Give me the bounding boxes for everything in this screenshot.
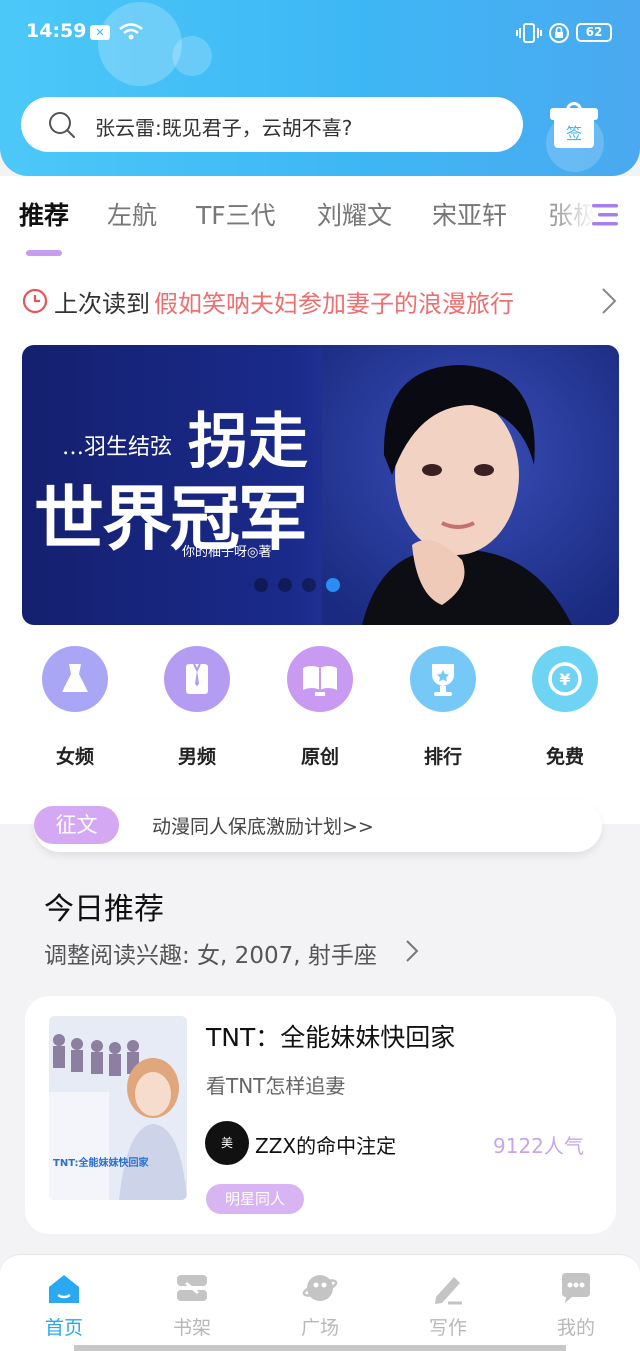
checkin-gift-button[interactable]: 签 xyxy=(550,102,598,148)
contest-link: 动漫同人保底激励计划>> xyxy=(152,816,374,838)
book-card[interactable]: TNT:全能妹妹快回家 TNT：全能妹妹快回家 看TNT怎样追妻 美 ZZX的命… xyxy=(25,996,616,1234)
menu-icon[interactable] xyxy=(588,200,622,230)
search-placeholder: 张云雷:既见君子，云胡不喜? xyxy=(95,116,353,140)
author-name[interactable]: ZZX的命中注定 xyxy=(255,1130,396,1159)
chevron-right-icon xyxy=(602,288,617,314)
category-female[interactable]: 女频 xyxy=(20,646,130,776)
home-indicator xyxy=(74,1345,566,1351)
book-description: 看TNT怎样追妻 xyxy=(206,1074,346,1098)
carousel-dot[interactable] xyxy=(254,578,268,592)
tab-zuohang[interactable]: 左航 xyxy=(107,196,157,232)
banner-subtitle: …羽生结弦 xyxy=(62,435,173,460)
shirt-icon xyxy=(164,646,230,712)
nav-home[interactable]: 首页 xyxy=(0,1255,128,1347)
nav-label: 首页 xyxy=(44,1317,83,1339)
carousel-indicator xyxy=(254,577,350,596)
author-avatar[interactable]: 美 xyxy=(205,1121,249,1165)
active-tab-indicator xyxy=(26,250,62,256)
nav-write[interactable]: 写作 xyxy=(384,1255,512,1347)
notification-icon: ✕ xyxy=(90,25,110,40)
last-read-bar[interactable]: 上次读到 假如笑呐夫妇参加妻子的浪漫旅行 xyxy=(20,284,620,320)
clock-icon xyxy=(22,288,48,314)
popularity-count: 9122人气 xyxy=(493,1134,584,1158)
carousel-dot[interactable] xyxy=(278,578,292,592)
bottom-navigation: 首页 书架 广场 写作 我的 xyxy=(0,1254,640,1351)
book-icon xyxy=(287,646,353,712)
planet-icon xyxy=(302,1275,338,1301)
book-cover-image: TNT:全能妹妹快回家 xyxy=(49,1016,187,1200)
book-tag[interactable]: 明星同人 xyxy=(206,1184,304,1214)
category-label: 排行 xyxy=(423,746,462,768)
category-male[interactable]: 男频 xyxy=(142,646,252,776)
last-read-label: 上次读到 xyxy=(54,290,150,318)
nav-bookshelf[interactable]: 书架 xyxy=(128,1255,256,1347)
banner-author: 你的柚子呀◎著 xyxy=(182,545,272,560)
category-label: 原创 xyxy=(300,746,339,768)
carousel-dot[interactable] xyxy=(302,578,316,592)
category-label: 女频 xyxy=(55,746,94,768)
nav-label: 写作 xyxy=(428,1317,467,1339)
svg-text:¥: ¥ xyxy=(559,670,570,689)
last-read-title: 假如笑呐夫妇参加妻子的浪漫旅行 xyxy=(154,290,514,318)
nav-mine[interactable]: 我的 xyxy=(512,1255,640,1347)
category-ranking[interactable]: 排行 xyxy=(388,646,498,776)
category-original[interactable]: 原创 xyxy=(265,646,375,776)
home-icon xyxy=(49,1275,79,1303)
category-tabs: 推荐 左航 TF三代 刘耀文 宋亚轩 张极 xyxy=(0,196,640,260)
carousel-dot-active[interactable] xyxy=(326,578,340,592)
vibrate-icon xyxy=(516,23,542,43)
book-cover-text: TNT:全能妹妹快回家 xyxy=(53,1156,149,1169)
nav-label: 我的 xyxy=(556,1317,595,1339)
banner-portrait-image xyxy=(322,345,619,625)
yuan-icon: ¥ xyxy=(532,646,598,712)
trophy-icon xyxy=(410,646,476,712)
tab-liuyaowen[interactable]: 刘耀文 xyxy=(317,196,392,232)
checkin-label: 签 xyxy=(554,120,594,148)
nav-square[interactable]: 广场 xyxy=(256,1255,384,1347)
pen-icon xyxy=(435,1277,462,1305)
tab-tf3[interactable]: TF三代 xyxy=(196,196,276,232)
nav-label: 广场 xyxy=(300,1317,339,1339)
chat-bubble-icon xyxy=(562,1273,590,1303)
nav-label: 书架 xyxy=(172,1317,211,1339)
book-title: TNT：全能妹妹快回家 xyxy=(206,1023,456,1052)
search-icon xyxy=(49,112,75,138)
promo-banner[interactable]: …羽生结弦 拐走 世界冠军 你的柚子呀◎著 xyxy=(22,345,619,625)
bookshelf-icon xyxy=(177,1275,207,1301)
category-label: 男频 xyxy=(177,746,216,768)
contest-badge: 征文 xyxy=(34,806,119,844)
chevron-right-icon xyxy=(406,940,419,962)
reading-interest-link[interactable]: 调整阅读兴趣: 女, 2007, 射手座 xyxy=(44,936,377,970)
lock-icon xyxy=(549,23,569,43)
status-time: 14:59 xyxy=(26,20,87,42)
status-bar: 14:59 ✕ 62 xyxy=(0,16,640,50)
battery-indicator: 62 xyxy=(576,23,612,42)
category-label: 免费 xyxy=(545,746,584,768)
search-input[interactable]: 张云雷:既见君子，云胡不喜? xyxy=(21,97,523,152)
section-title: 今日推荐 xyxy=(44,892,164,927)
dress-icon xyxy=(42,646,108,712)
category-free[interactable]: ¥ 免费 xyxy=(510,646,620,776)
tab-songyaxuan[interactable]: 宋亚轩 xyxy=(432,196,507,232)
wifi-icon xyxy=(119,23,143,40)
tab-recommend[interactable]: 推荐 xyxy=(19,196,69,232)
contest-banner[interactable]: 征文 动漫同人保底激励计划>> xyxy=(34,800,602,852)
